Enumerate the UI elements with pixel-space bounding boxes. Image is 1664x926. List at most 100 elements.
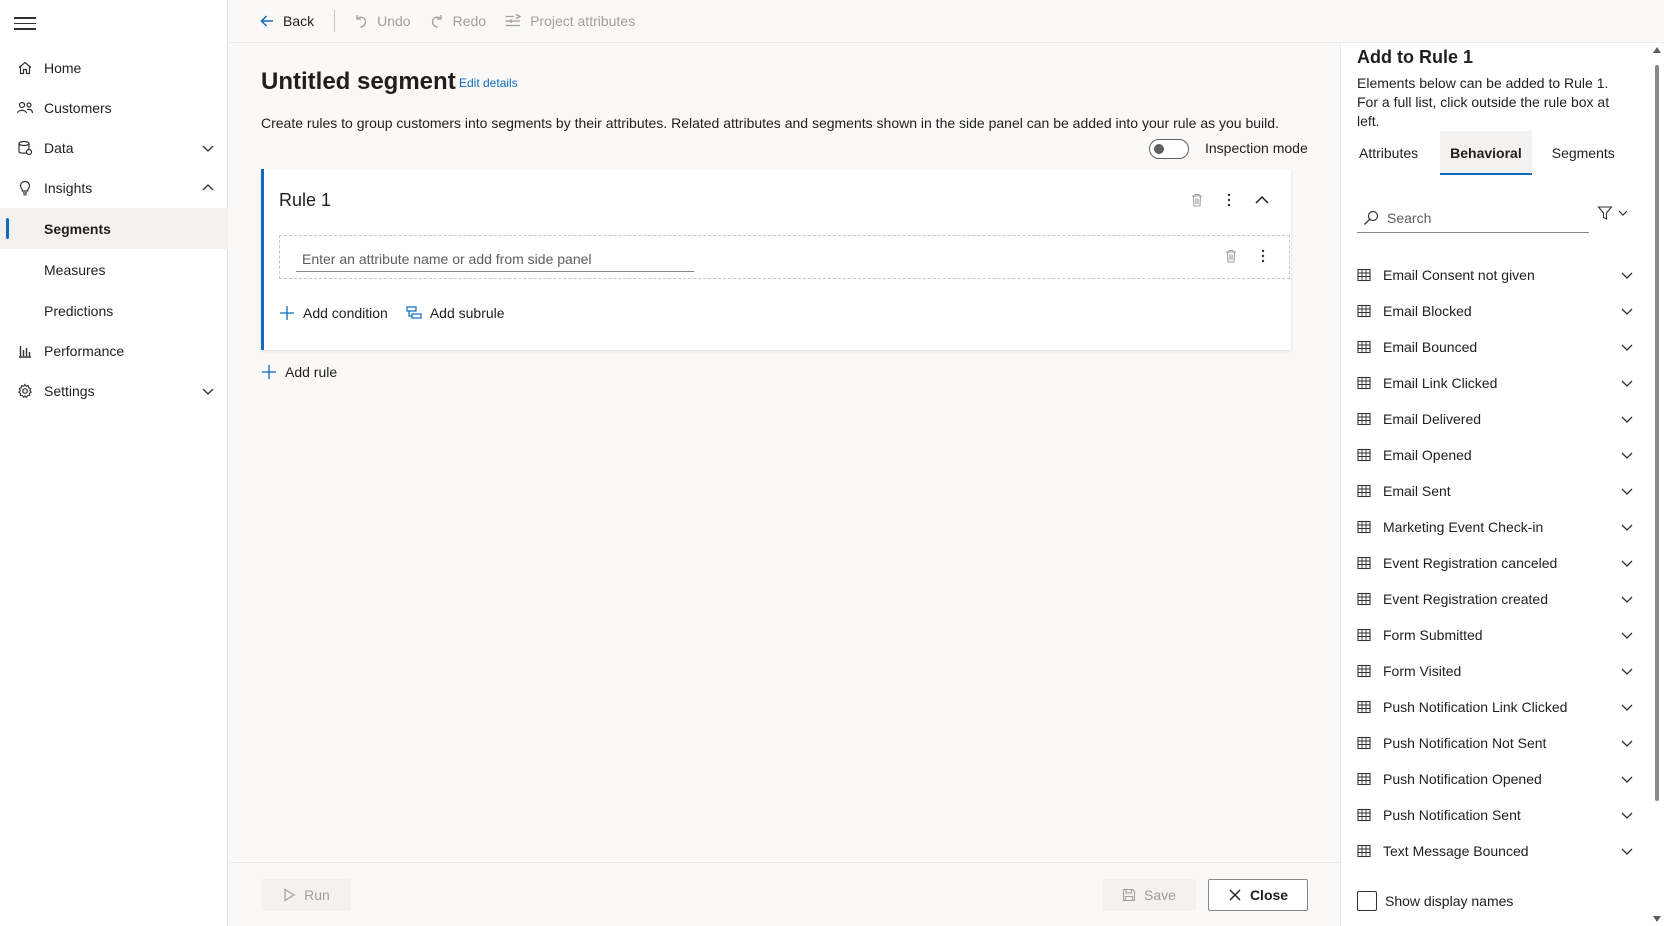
nav-item-insights[interactable]: Insights: [0, 168, 228, 208]
list-item-label: Email Sent: [1383, 483, 1451, 499]
list-item[interactable]: Email Delivered: [1357, 401, 1635, 437]
chevron-down-icon[interactable]: [1619, 267, 1635, 283]
list-item[interactable]: Email Link Clicked: [1357, 365, 1635, 401]
chevron-down-icon[interactable]: [1619, 447, 1635, 463]
chevron-down-icon[interactable]: [1619, 483, 1635, 499]
scroll-up-arrow-icon[interactable]: [1653, 47, 1661, 53]
list-item[interactable]: Text Message Bounced: [1357, 833, 1635, 869]
nav-item-measures[interactable]: Measures: [0, 249, 228, 290]
tab-behavioral[interactable]: Behavioral: [1440, 131, 1532, 175]
table-icon: [1357, 700, 1371, 714]
checkbox[interactable]: [1357, 891, 1377, 911]
inspection-mode-toggle[interactable]: [1149, 139, 1189, 159]
attribute-search-input[interactable]: [296, 246, 694, 272]
list-item[interactable]: Push Notification Sent: [1357, 797, 1635, 833]
nav-item-settings[interactable]: Settings: [0, 371, 228, 411]
list-item-label: Email Delivered: [1383, 411, 1482, 427]
rule-card[interactable]: Rule 1 Add condition Add subrule: [261, 169, 1291, 350]
project-attributes-label: Project attributes: [530, 13, 636, 29]
chevron-down-icon[interactable]: [200, 383, 216, 399]
chevron-down-icon[interactable]: [1619, 627, 1635, 643]
list-item[interactable]: Form Visited: [1357, 653, 1635, 689]
list-item[interactable]: Email Opened: [1357, 437, 1635, 473]
nav-list: Home Customers Data Insights Segments Me…: [0, 48, 228, 411]
tab-attributes[interactable]: Attributes: [1357, 131, 1420, 175]
nav-item-predictions[interactable]: Predictions: [0, 290, 228, 331]
save-icon: [1122, 888, 1136, 902]
list-item[interactable]: Email Sent: [1357, 473, 1635, 509]
gear-icon: [16, 382, 34, 400]
chevron-up-icon[interactable]: [200, 180, 216, 196]
chevron-down-icon[interactable]: [1619, 375, 1635, 391]
list-item[interactable]: Form Submitted: [1357, 617, 1635, 653]
chevron-down-icon[interactable]: [1619, 735, 1635, 751]
condition-actions: [1223, 248, 1271, 264]
add-condition-button[interactable]: Add condition: [279, 305, 388, 321]
list-item[interactable]: Push Notification Opened: [1357, 761, 1635, 797]
panel-title: Add to Rule 1: [1357, 47, 1473, 67]
nav-item-label: Predictions: [44, 302, 114, 319]
chevron-down-icon[interactable]: [1619, 807, 1635, 823]
chevron-down-icon[interactable]: [1619, 555, 1635, 571]
nav-item-segments[interactable]: Segments: [0, 208, 228, 249]
lightbulb-icon: [16, 179, 34, 197]
back-button[interactable]: Back: [259, 13, 314, 29]
delete-rule-icon[interactable]: [1189, 192, 1205, 208]
hamburger-menu-icon[interactable]: [14, 14, 36, 32]
list-item[interactable]: Push Notification Not Sent: [1357, 725, 1635, 761]
chevron-down-icon[interactable]: [1619, 339, 1635, 355]
scroll-thumb[interactable]: [1655, 65, 1659, 801]
run-label: Run: [304, 887, 330, 903]
run-button[interactable]: Run: [261, 879, 351, 911]
edit-details-link[interactable]: Edit details: [459, 76, 518, 90]
play-icon: [284, 888, 296, 902]
chevron-down-icon[interactable]: [200, 140, 216, 156]
nav-item-customers[interactable]: Customers: [0, 88, 228, 128]
nav-item-label: Insights: [44, 180, 93, 196]
panel-scrollbar[interactable]: [1653, 47, 1661, 922]
collapse-chevron-up-icon[interactable]: [1253, 191, 1271, 209]
list-item[interactable]: Email Consent not given: [1357, 257, 1635, 293]
list-item[interactable]: Marketing Event Check-in: [1357, 509, 1635, 545]
list-item[interactable]: Email Blocked: [1357, 293, 1635, 329]
rule-actions: [1189, 191, 1271, 209]
save-button[interactable]: Save: [1102, 879, 1196, 911]
delete-condition-icon[interactable]: [1223, 248, 1239, 264]
list-item[interactable]: Event Registration canceled: [1357, 545, 1635, 581]
redo-button[interactable]: Redo: [429, 13, 486, 29]
nav-item-performance[interactable]: Performance: [0, 331, 228, 371]
chevron-down-icon[interactable]: [1619, 771, 1635, 787]
bar-chart-icon: [16, 342, 34, 360]
chevron-down-icon[interactable]: [1619, 843, 1635, 859]
chevron-down-icon[interactable]: [1619, 699, 1635, 715]
nav-item-data[interactable]: Data: [0, 128, 228, 168]
list-item-label: Marketing Event Check-in: [1383, 519, 1544, 535]
more-options-icon[interactable]: [1255, 248, 1271, 264]
tab-segments[interactable]: Segments: [1550, 131, 1617, 175]
chevron-down-icon[interactable]: [1619, 519, 1635, 535]
condition-row: [279, 235, 1290, 279]
list-item[interactable]: Push Notification Link Clicked: [1357, 689, 1635, 725]
add-rule-label: Add rule: [285, 364, 338, 380]
close-button[interactable]: Close: [1208, 879, 1308, 911]
chevron-down-icon[interactable]: [1619, 303, 1635, 319]
list-item[interactable]: Email Bounced: [1357, 329, 1635, 365]
more-options-icon[interactable]: [1221, 192, 1237, 208]
list-item-label: Push Notification Sent: [1383, 807, 1521, 823]
nav-item-home[interactable]: Home: [0, 48, 228, 88]
left-nav: Home Customers Data Insights Segments Me…: [0, 0, 228, 926]
scroll-down-arrow-icon[interactable]: [1653, 916, 1661, 922]
list-item-label: Form Visited: [1383, 663, 1462, 679]
undo-button[interactable]: Undo: [353, 13, 411, 29]
list-item-label: Push Notification Link Clicked: [1383, 699, 1568, 715]
chevron-down-icon[interactable]: [1619, 663, 1635, 679]
panel-search-input[interactable]: [1387, 209, 1577, 226]
filter-button[interactable]: [1597, 205, 1629, 221]
chevron-down-icon[interactable]: [1619, 591, 1635, 607]
chevron-down-icon[interactable]: [1619, 411, 1635, 427]
list-item[interactable]: Event Registration created: [1357, 581, 1635, 617]
add-subrule-button[interactable]: Add subrule: [406, 305, 505, 321]
add-rule-button[interactable]: Add rule: [261, 364, 337, 380]
show-display-names-checkbox[interactable]: Show display names: [1357, 891, 1513, 911]
project-attributes-button[interactable]: Project attributes: [504, 13, 635, 29]
